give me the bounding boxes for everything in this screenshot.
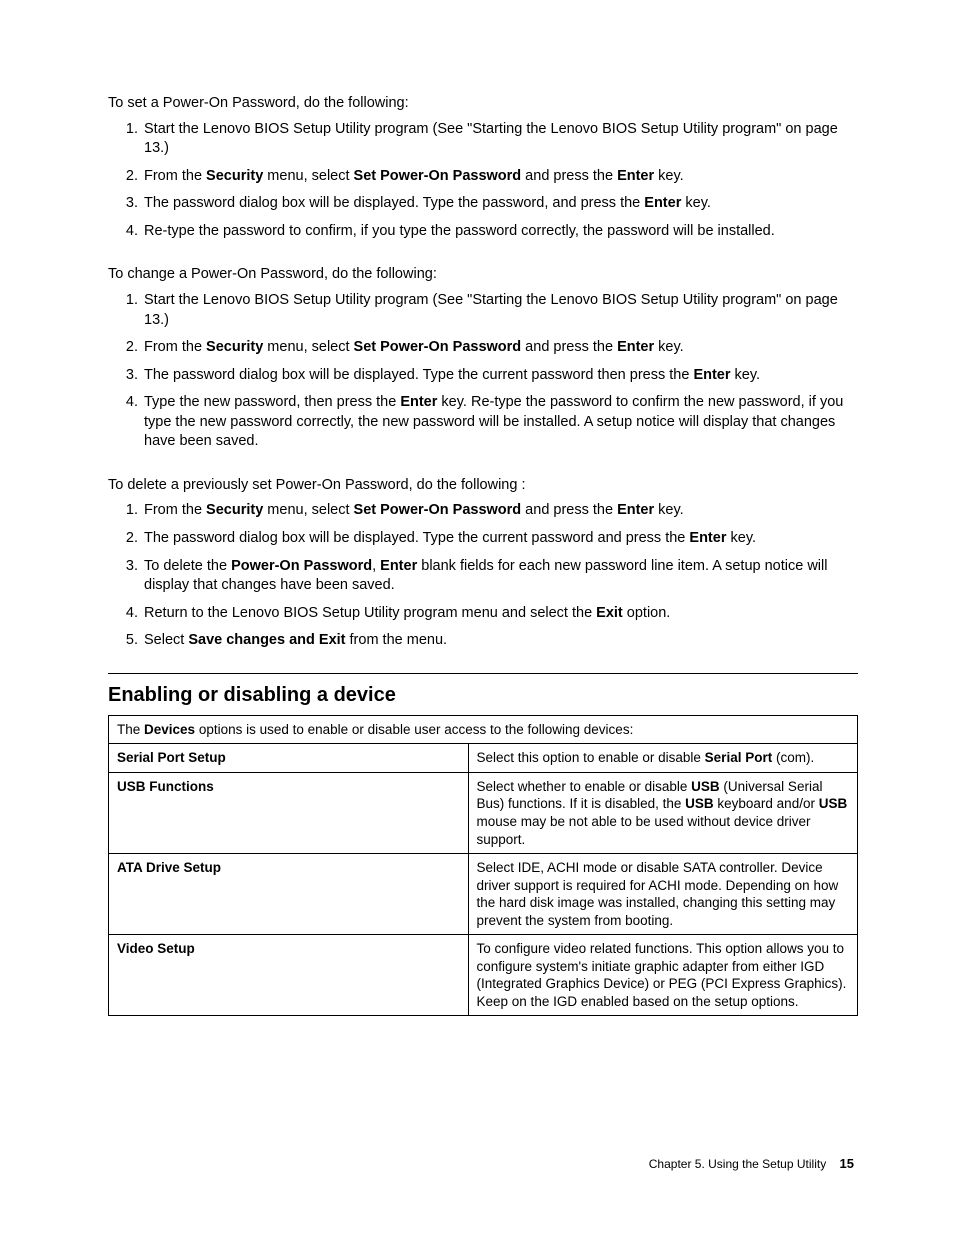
list-item: Re-type the password to confirm, if you … — [142, 222, 858, 242]
list-item: Return to the Lenovo BIOS Setup Utility … — [142, 604, 858, 624]
table-row: Serial Port Setup Select this option to … — [109, 744, 858, 773]
list-item: The password dialog box will be displaye… — [142, 366, 858, 386]
change-password-steps: Start the Lenovo BIOS Setup Utility prog… — [108, 291, 858, 452]
table-row: Video Setup To configure video related f… — [109, 935, 858, 1016]
list-item: Select Save changes and Exit from the me… — [142, 631, 858, 651]
device-description: Select IDE, ACHI mode or disable SATA co… — [468, 854, 857, 935]
set-password-intro: To set a Power-On Password, do the follo… — [108, 94, 858, 114]
section-heading: Enabling or disabling a device — [108, 673, 858, 709]
footer-page-number: 15 — [840, 1156, 854, 1171]
list-item: From the Security menu, select Set Power… — [142, 501, 858, 521]
set-password-steps: Start the Lenovo BIOS Setup Utility prog… — [108, 120, 858, 242]
table-row: USB Functions Select whether to enable o… — [109, 772, 858, 853]
page-footer: Chapter 5. Using the Setup Utility 15 — [649, 1155, 854, 1173]
table-header-cell: The Devices options is used to enable or… — [109, 715, 858, 744]
device-description: To configure video related functions. Th… — [468, 935, 857, 1016]
device-label: Serial Port Setup — [109, 744, 469, 773]
table-header-row: The Devices options is used to enable or… — [109, 715, 858, 744]
device-table: The Devices options is used to enable or… — [108, 715, 858, 1017]
device-label: USB Functions — [109, 772, 469, 853]
list-item: From the Security menu, select Set Power… — [142, 338, 858, 358]
delete-password-intro: To delete a previously set Power-On Pass… — [108, 476, 858, 496]
list-item: Start the Lenovo BIOS Setup Utility prog… — [142, 291, 858, 330]
table-row: ATA Drive Setup Select IDE, ACHI mode or… — [109, 854, 858, 935]
page-content: To set a Power-On Password, do the follo… — [108, 94, 858, 1016]
device-description: Select this option to enable or disable … — [468, 744, 857, 773]
list-item: The password dialog box will be displaye… — [142, 194, 858, 214]
device-description: Select whether to enable or disable USB … — [468, 772, 857, 853]
list-item: From the Security menu, select Set Power… — [142, 167, 858, 187]
list-item: Start the Lenovo BIOS Setup Utility prog… — [142, 120, 858, 159]
list-item: Type the new password, then press the En… — [142, 393, 858, 452]
delete-password-steps: From the Security menu, select Set Power… — [108, 501, 858, 650]
list-item: To delete the Power-On Password, Enter b… — [142, 557, 858, 596]
device-label: Video Setup — [109, 935, 469, 1016]
change-password-intro: To change a Power-On Password, do the fo… — [108, 265, 858, 285]
footer-chapter: Chapter 5. Using the Setup Utility — [649, 1157, 826, 1171]
device-label: ATA Drive Setup — [109, 854, 469, 935]
list-item: The password dialog box will be displaye… — [142, 529, 858, 549]
